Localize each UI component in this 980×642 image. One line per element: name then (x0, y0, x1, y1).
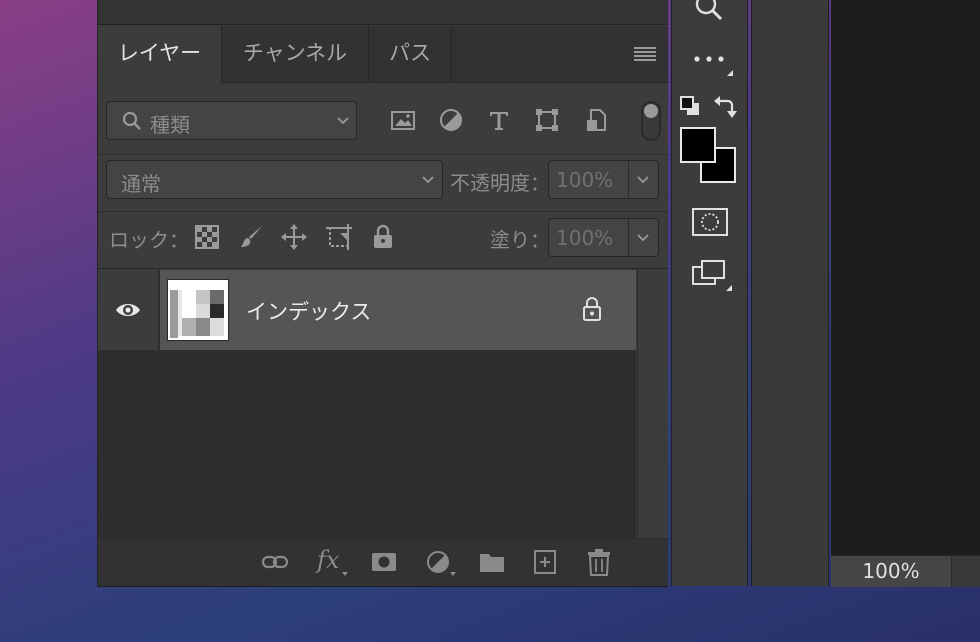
opacity-label: 不透明度： (450, 171, 550, 195)
layer-thumbnail-image (170, 282, 226, 338)
secondary-panel-column (751, 0, 829, 586)
layer-name[interactable]: インデックス (246, 296, 371, 326)
fill-value[interactable]: 100% (556, 226, 613, 250)
lock-row: ロック： 塗り： 100% (98, 212, 668, 269)
layers-panel: レイヤー チャンネル パス 種類 通常 不透明度： 100% ロック： 塗り： … (97, 0, 668, 587)
layer-lock-icon (583, 297, 601, 321)
new-layer-icon[interactable] (533, 549, 557, 575)
blend-mode-value: 通常 (121, 172, 161, 196)
divider (628, 219, 629, 256)
lock-all-icon[interactable] (371, 224, 395, 250)
adjustment-filter-icon[interactable] (437, 106, 465, 134)
layers-bottom-bar: fx (98, 538, 668, 586)
new-adjustment-layer-icon[interactable] (425, 549, 451, 575)
smart-object-filter-icon[interactable] (583, 106, 611, 134)
divider (628, 161, 629, 198)
delete-layer-icon[interactable] (587, 548, 611, 576)
fx-menu-triangle-icon (342, 572, 348, 576)
fx-icon[interactable]: fx (317, 546, 339, 574)
quick-mask-icon[interactable] (692, 208, 728, 236)
panel-tabs: レイヤー チャンネル パス (98, 26, 668, 83)
swap-colors-icon[interactable] (713, 95, 737, 119)
filter-row: 種類 (98, 83, 668, 155)
adjustment-menu-triangle-icon (450, 572, 456, 576)
zoom-level-field[interactable]: 100% (831, 556, 952, 587)
more-tools-icon[interactable] (693, 52, 737, 78)
chevron-down-icon[interactable] (636, 174, 650, 186)
fill-label: 塗り： (490, 228, 550, 252)
layers-scrollbar[interactable] (637, 270, 668, 538)
fill-field[interactable]: 100% (548, 218, 659, 257)
opacity-value[interactable]: 100% (556, 168, 613, 192)
layer-thumbnail (167, 279, 229, 341)
lock-position-icon[interactable] (280, 223, 308, 251)
blend-row: 通常 不透明度： 100% (98, 155, 668, 212)
layer-row[interactable]: インデックス (160, 270, 636, 350)
lock-artboard-icon[interactable] (325, 223, 353, 251)
zoom-tool-icon[interactable] (693, 0, 727, 24)
lock-label: ロック： (109, 228, 189, 252)
chevron-down-icon[interactable] (636, 232, 650, 244)
panel-menu-icon[interactable] (634, 46, 656, 62)
filter-kind-label: 種類 (150, 113, 190, 137)
chevron-down-icon (422, 176, 434, 184)
tab-paths[interactable]: パス (369, 26, 452, 82)
lock-transparent-pixels-icon[interactable] (195, 225, 219, 249)
eye-icon[interactable] (115, 300, 141, 320)
tab-channels[interactable]: チャンネル (222, 26, 369, 82)
chevron-down-icon (337, 117, 349, 125)
search-icon (122, 111, 141, 130)
layer-visibility-cell[interactable] (98, 270, 159, 350)
tools-panel (671, 0, 748, 586)
link-layers-icon[interactable] (261, 551, 289, 573)
foreground-color[interactable] (680, 127, 716, 163)
new-group-icon[interactable] (479, 550, 505, 574)
document-canvas[interactable] (831, 0, 980, 586)
filter-toggle-switch[interactable] (641, 101, 661, 141)
type-filter-icon[interactable] (485, 106, 513, 134)
image-filter-icon[interactable] (389, 106, 417, 134)
add-mask-icon[interactable] (371, 551, 397, 573)
default-colors-icon[interactable] (680, 96, 702, 118)
document-status-bar: 100% (831, 555, 980, 587)
lock-image-pixels-icon[interactable] (238, 223, 266, 251)
tab-layers[interactable]: レイヤー (98, 26, 222, 83)
filter-kind-dropdown[interactable]: 種類 (106, 101, 357, 140)
shape-filter-icon[interactable] (533, 106, 561, 134)
blend-mode-dropdown[interactable]: 通常 (106, 160, 443, 199)
screen-mode-icon[interactable] (692, 259, 736, 293)
filter-toggle-knob (644, 104, 658, 118)
opacity-field[interactable]: 100% (548, 160, 659, 199)
panel-header-strip (98, 0, 668, 25)
